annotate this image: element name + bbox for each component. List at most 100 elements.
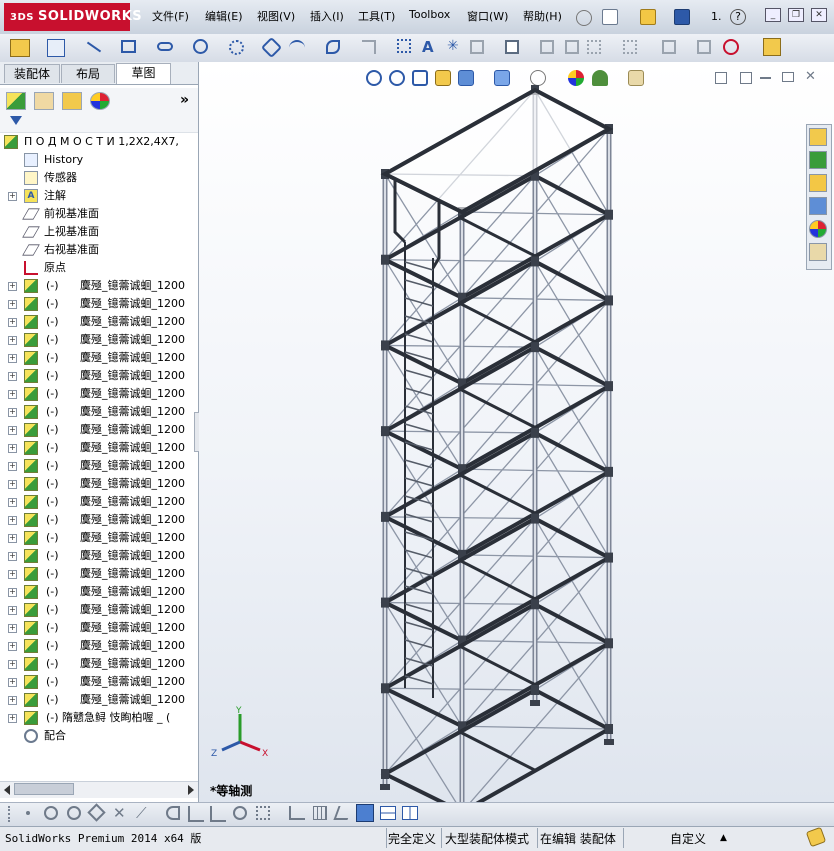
convert-entities-icon[interactable] [505, 40, 519, 54]
expand-icon[interactable]: + [8, 588, 17, 597]
tab-assembly[interactable]: 装配体 [4, 64, 60, 83]
mirror-entities-icon[interactable] [565, 40, 579, 54]
expand-icon[interactable]: + [8, 372, 17, 381]
expand-icon[interactable]: + [8, 624, 17, 633]
expand-icon[interactable]: + [8, 660, 17, 669]
tree-component-row[interactable]: + (-) 麌殛_镱薷诚蛔_1200 [0, 277, 198, 295]
tree-component-row[interactable]: + (-) 麌殛_镱薷诚蛔_1200 [0, 313, 198, 331]
filter-surfaces-icon[interactable] [166, 806, 180, 820]
smart-dimension-icon[interactable] [47, 39, 65, 57]
tree-component-row[interactable]: + (-) 麌殛_镱薷诚蛔_1200 [0, 583, 198, 601]
tree-root[interactable]: П О Д М О С Т И 1,2X2,4X7, [0, 133, 198, 151]
tree-item-sensors[interactable]: 传感器 [0, 169, 198, 187]
tab-layout[interactable]: 布局 [61, 64, 115, 83]
filter-notes-icon[interactable] [210, 806, 226, 822]
move-entities-icon[interactable] [623, 40, 637, 54]
tree-component-row[interactable]: + (-) 麌殛_镱薷诚蛔_1200 [0, 565, 198, 583]
filter-vertices-icon[interactable] [26, 811, 30, 815]
solidworks-logo[interactable]: 3DS SOLIDWORKS [4, 3, 142, 31]
units-dropdown-icon[interactable]: ▲ [720, 833, 727, 843]
expand-icon[interactable]: + [8, 678, 17, 687]
expand-icon[interactable]: + [8, 516, 17, 525]
tree-component-row[interactable]: + (-) 麌殛_镱薷诚蛔_1200 [0, 475, 198, 493]
menu-view[interactable]: 视图(V) [257, 8, 295, 24]
expand-icon[interactable]: + [8, 534, 17, 543]
tree-item-annotations[interactable]: + A 注解 [0, 187, 198, 205]
expand-icon[interactable]: + [8, 498, 17, 507]
tree-component-row[interactable]: + (-) 麌殛_镱薷诚蛔_1200 [0, 331, 198, 349]
filter-points-icon[interactable] [67, 806, 81, 820]
tree-item-subassembly[interactable]: + (-) 隋戆急鲟 忮眴柏喔 _ ( [0, 709, 198, 727]
tree-component-row[interactable]: + (-) 麌殛_镱薷诚蛔_1200 [0, 421, 198, 439]
tree-item-history[interactable]: History [0, 151, 198, 169]
expand-icon[interactable]: + [8, 462, 17, 471]
expand-icon[interactable]: + [8, 318, 17, 327]
filter-mates-icon[interactable] [233, 806, 247, 820]
filter-sketch-icon[interactable] [256, 806, 270, 820]
tree-component-row[interactable]: + (-) 麌殛_镱薷诚蛔_1200 [0, 655, 198, 673]
tab-sketch[interactable]: 草图 [116, 63, 171, 84]
expand-icon[interactable]: + [8, 696, 17, 705]
scroll-right-icon[interactable] [188, 785, 194, 795]
menu-tools[interactable]: 工具(T) [358, 8, 395, 24]
quick-snaps-icon[interactable] [723, 39, 739, 55]
tree-component-row[interactable]: + (-) 麌殛_镱薷诚蛔_1200 [0, 547, 198, 565]
appearance-manager-icon[interactable] [90, 92, 110, 110]
save-icon[interactable] [674, 9, 690, 25]
tree-item-mates[interactable]: 配合 [0, 727, 198, 745]
tree-component-row[interactable]: + (-) 麌殛_镱薷诚蛔_1200 [0, 601, 198, 619]
tree-component-row[interactable]: + (-) 麌殛_镱薷诚蛔_1200 [0, 493, 198, 511]
grid-icon[interactable] [313, 806, 327, 820]
filter-icon[interactable] [10, 116, 22, 125]
expand-icon[interactable]: + [8, 282, 17, 291]
menu-insert[interactable]: 插入(I) [310, 8, 344, 24]
tree-item-origin[interactable]: 原点 [0, 259, 198, 277]
featuremanager-tree-icon[interactable] [6, 92, 26, 110]
expand-icon[interactable]: + [8, 606, 17, 615]
construction-geometry-icon[interactable] [397, 39, 411, 53]
display-relations-icon[interactable] [662, 40, 676, 54]
expand-icon[interactable]: + [8, 714, 17, 723]
filter-welds-icon[interactable] [289, 806, 305, 820]
expand-icon[interactable]: + [8, 408, 17, 417]
slot-icon[interactable] [157, 42, 173, 51]
tree-component-row[interactable]: + (-) 麌殛_镱薷诚蛔_1200 [0, 619, 198, 637]
property-manager-icon[interactable] [34, 92, 54, 110]
arc-icon[interactable] [229, 40, 244, 55]
tree-item-right-plane[interactable]: 右视基准面 [0, 241, 198, 259]
menu-help[interactable]: 帮助(H) [523, 8, 562, 24]
menu-toolbox[interactable]: Toolbox [409, 8, 450, 21]
circle-icon[interactable] [193, 39, 208, 54]
tree-component-row[interactable]: + (-) 麌殛_镱薷诚蛔_1200 [0, 367, 198, 385]
tree-component-row[interactable]: + (-) 麌殛_镱薷诚蛔_1200 [0, 529, 198, 547]
help-icon[interactable]: ? [730, 9, 746, 25]
expand-icon[interactable]: + [8, 444, 17, 453]
tree-component-row[interactable]: + (-) 麌殛_镱薷诚蛔_1200 [0, 637, 198, 655]
filter-edges-icon[interactable]: ✕ [113, 804, 126, 822]
rapid-sketch-icon[interactable] [763, 38, 781, 56]
expand-icon[interactable]: + [8, 570, 17, 579]
expand-icon[interactable]: + [8, 354, 17, 363]
trim-icon[interactable] [470, 40, 484, 54]
rectangle-icon[interactable] [121, 40, 136, 53]
new-document-icon[interactable] [602, 9, 618, 25]
close-window-icon[interactable]: ✕ [811, 8, 827, 22]
text-icon[interactable]: A [422, 38, 434, 56]
open-folder-icon[interactable] [640, 9, 656, 25]
tree-component-row[interactable]: + (-) 麌殛_镱薷诚蛔_1200 [0, 295, 198, 313]
two-view-icon[interactable] [402, 806, 418, 820]
expand-icon[interactable]: + [8, 480, 17, 489]
expand-icon[interactable]: + [8, 192, 17, 201]
expand-icon[interactable]: + [8, 426, 17, 435]
tree-component-row[interactable]: + (-) 麌殛_镱薷诚蛔_1200 [0, 403, 198, 421]
isometric-view-icon[interactable] [356, 804, 374, 822]
spline-icon[interactable] [289, 40, 305, 56]
configuration-manager-icon[interactable] [62, 92, 82, 110]
tree-component-row[interactable]: + (-) 麌殛_镱薷诚蛔_1200 [0, 457, 198, 475]
filter-circles-icon[interactable] [44, 806, 58, 820]
tree-component-row[interactable]: + (-) 麌殛_镱薷诚蛔_1200 [0, 673, 198, 691]
tree-item-top-plane[interactable]: 上视基准面 [0, 223, 198, 241]
tree-component-row[interactable]: + (-) 麌殛_镱薷诚蛔_1200 [0, 385, 198, 403]
minimize-window-icon[interactable]: _ [765, 8, 781, 22]
sketch-icon[interactable] [10, 39, 30, 57]
